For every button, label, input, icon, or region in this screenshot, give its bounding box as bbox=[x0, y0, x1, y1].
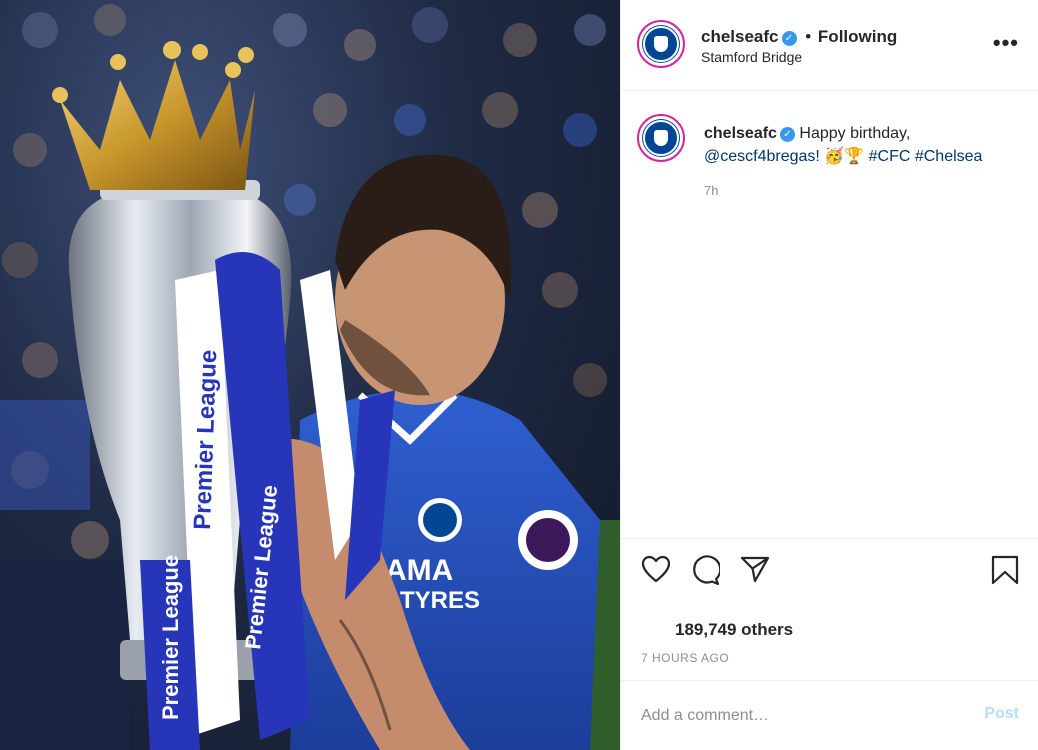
caption-avatar[interactable] bbox=[637, 114, 685, 162]
caption-username[interactable]: chelseafc bbox=[704, 125, 777, 142]
location-link[interactable]: Stamford Bridge bbox=[701, 49, 802, 65]
mention-link[interactable]: @cescf4bregas! bbox=[704, 148, 820, 165]
hashtag-cfc[interactable]: #CFC bbox=[869, 148, 911, 165]
more-options-icon[interactable]: ••• bbox=[993, 30, 1019, 56]
hashtag-chelsea[interactable]: #Chelsea bbox=[915, 148, 983, 165]
paper-plane-icon[interactable] bbox=[740, 555, 770, 583]
comment-input[interactable] bbox=[641, 703, 951, 729]
club-crest-icon bbox=[643, 26, 679, 62]
post-header: chelseafc ✓ • Following Stamford Bridge •… bbox=[621, 0, 1038, 91]
post-photo[interactable]: AMA TYRES Premier League Premier League … bbox=[0, 0, 620, 750]
shirt-sponsor-text-2: TYRES bbox=[400, 587, 480, 614]
caption-text: chelseafc ✓ Happy birthday, @cescf4bregas… bbox=[704, 122, 1024, 168]
verified-badge-icon: ✓ bbox=[779, 127, 795, 142]
action-bar bbox=[621, 538, 1038, 602]
club-crest-icon bbox=[643, 120, 679, 156]
ribbon-text-3: Premier League bbox=[158, 555, 183, 720]
header-username[interactable]: chelseafc bbox=[701, 27, 779, 46]
photo-illustration: AMA TYRES Premier League Premier League … bbox=[0, 4, 620, 750]
post-timestamp[interactable]: 7 HOURS AGO bbox=[641, 651, 729, 665]
bookmark-icon[interactable] bbox=[991, 555, 1019, 585]
following-button[interactable]: Following bbox=[818, 27, 897, 46]
post-comment-button[interactable]: Post bbox=[984, 705, 1019, 723]
caption-timestamp[interactable]: 7h bbox=[704, 183, 718, 198]
shirt-sponsor-text-1: AMA bbox=[385, 554, 453, 587]
verified-badge-icon: ✓ bbox=[781, 31, 797, 46]
party-trophy-emoji: 🥳🏆 bbox=[824, 148, 865, 165]
post-side-panel: chelseafc ✓ • Following Stamford Bridge •… bbox=[620, 0, 1038, 750]
comment-box: Post bbox=[621, 680, 1038, 750]
avatar[interactable] bbox=[637, 20, 685, 68]
follow-separator: • bbox=[805, 27, 812, 46]
caption-body: Happy birthday, bbox=[799, 125, 911, 142]
header-name-row: chelseafc ✓ • Following bbox=[701, 27, 897, 47]
comment-icon[interactable] bbox=[690, 555, 720, 585]
likes-count[interactable]: 189,749 others bbox=[675, 620, 793, 640]
heart-icon[interactable] bbox=[641, 555, 671, 583]
